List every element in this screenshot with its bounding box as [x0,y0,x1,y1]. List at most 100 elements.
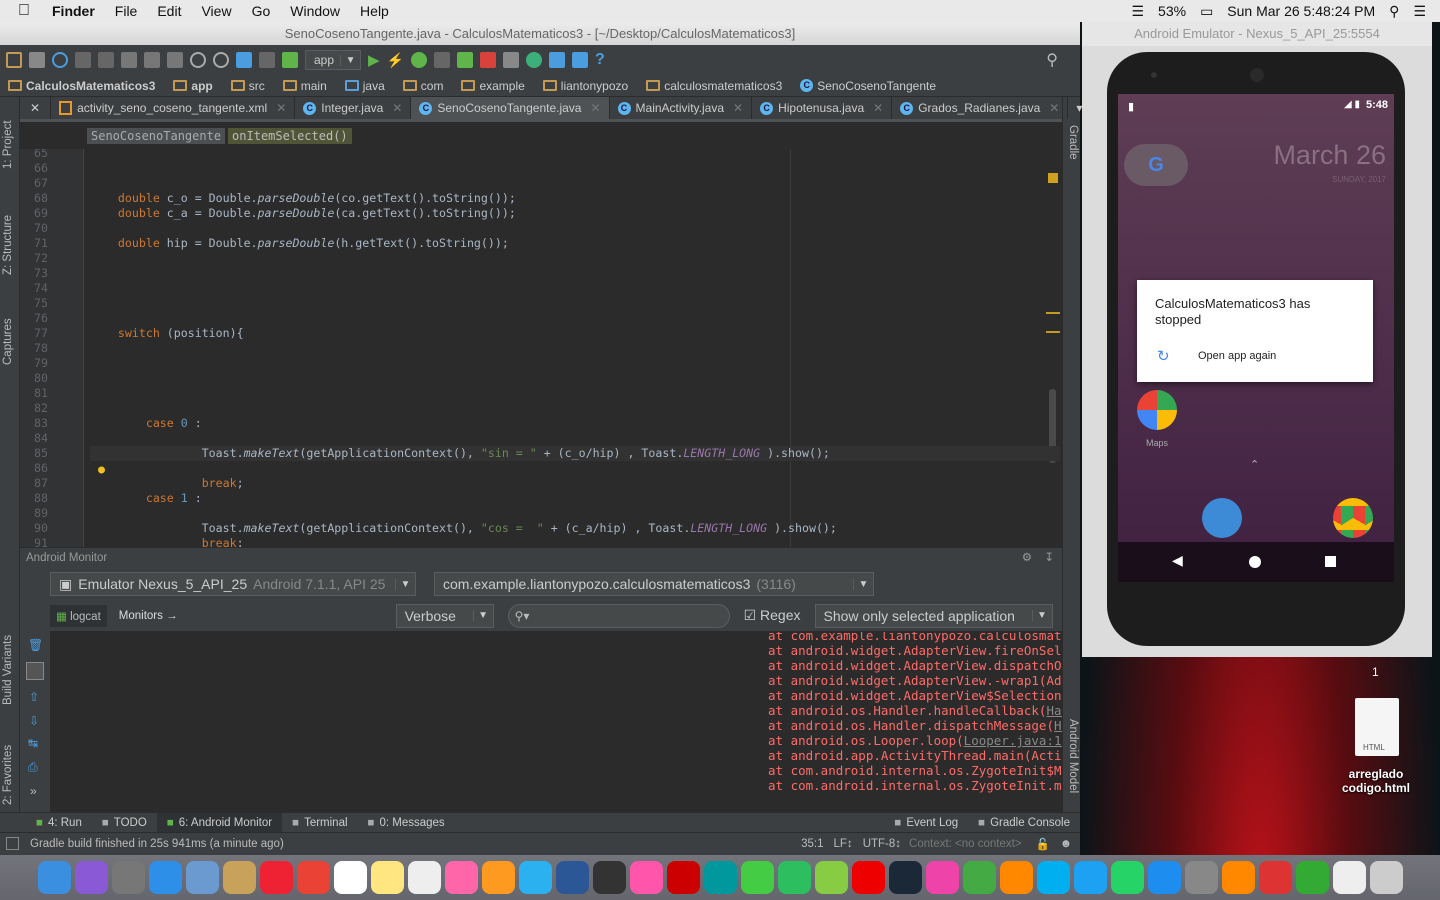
redo-icon[interactable] [98,52,114,68]
tool-windows-toggle-icon[interactable] [6,837,19,850]
wifi-icon[interactable]: ☰ [1131,3,1144,20]
arduino-icon[interactable] [703,861,737,894]
print-icon[interactable]: ⎙ [28,760,38,775]
menu-view[interactable]: View [191,3,241,19]
sublime-icon[interactable] [481,861,515,894]
tool-favorites[interactable]: 2: Favorites [2,745,14,805]
clear-logcat-icon[interactable]: 🗑 [28,638,43,652]
logcat-search-input[interactable]: ⚲▾ [507,603,730,628]
clock[interactable]: Sun Mar 26 5:48:24 PM [1227,3,1375,19]
line-separator[interactable]: LF↕ [834,838,853,850]
device-select[interactable]: ▣ Emulator Nexus_5_API_25 Android 7.1.1,… [50,572,416,596]
avd-manager-icon[interactable] [503,52,520,68]
search-everywhere-icon[interactable]: ⚲ [1046,50,1058,70]
gear-icon[interactable]: ⚙ [1022,548,1032,568]
soft-wrap-icon[interactable]: ↹ [28,736,38,750]
word-icon[interactable] [555,861,589,894]
breadcrumb-calculosmatematicos3[interactable]: calculosmatematicos3 [638,79,792,93]
phone-screen[interactable]: ▮ ◢ ▮ 5:48 G March 26 SUNDAY, 2017 Calcu… [1118,94,1394,582]
down-arrow-icon[interactable]: ⇩ [29,714,39,728]
app-store-icon[interactable] [1147,861,1181,894]
tool-tab-todo[interactable]: ■ TODO [92,813,157,833]
skype-icon[interactable] [1036,861,1070,894]
source-link[interactable]: Looper.java:154 [964,733,1062,748]
file-encoding[interactable]: UTF-8↕ [863,838,901,850]
instant-run-icon[interactable]: ⚡ [387,52,404,69]
menu-go[interactable]: Go [242,3,281,19]
breadcrumb-main[interactable]: main [275,79,337,93]
apple-icon[interactable]:  [0,2,42,20]
preview-icon[interactable] [185,861,219,894]
breadcrumb-com[interactable]: com [395,79,454,93]
document-icon[interactable] [1332,861,1366,894]
lightbulb-icon[interactable]: ● [98,462,105,476]
hide-panel-icon[interactable]: ↧ [1044,548,1054,568]
sync-gradle-icon[interactable] [526,52,543,68]
vlc-icon[interactable] [1221,861,1255,894]
run-config-select[interactable]: app ▼ [305,50,362,70]
tool-build-variants[interactable]: Build Variants [2,635,14,705]
debug-icon[interactable] [411,52,428,68]
tab-grados-radianes-java[interactable]: C Grados_Radianes.java ✕ [892,97,1069,119]
tool-tab-terminal[interactable]: ■ Terminal [282,813,357,833]
context-indicator[interactable]: Context: <no context> [909,838,1022,850]
close-icon[interactable]: ✕ [1049,101,1059,115]
regex-checkbox[interactable]: ☑ Regex [744,607,801,624]
menu-file[interactable]: File [105,3,148,19]
home-icon[interactable] [1249,556,1261,568]
google-search-icon[interactable]: G [1124,144,1188,186]
lock-icon[interactable]: 🔓 [1036,837,1050,851]
tool-android-model[interactable]: Android Model [1067,719,1079,793]
tool-tab-gradle-console[interactable]: ■ Gradle Console [968,813,1080,833]
notes-icon[interactable] [370,861,404,894]
tab-hipotenusa-java[interactable]: C Hipotenusa.java ✕ [752,97,893,119]
tool-tab-4-run[interactable]: ■ 4: Run [26,813,92,833]
safari-icon[interactable] [148,861,182,894]
close-icon[interactable]: ✕ [20,97,52,119]
tab-monitors[interactable]: Monitors → [113,606,184,626]
tab-activity-seno-coseno-tangente-xml[interactable]: activity_seno_coseno_tangente.xml ✕ [51,97,296,119]
calendar-icon[interactable] [333,861,367,894]
trash-icon[interactable] [1369,861,1403,894]
tool-captures[interactable]: Captures [2,318,14,365]
system-preferences-icon[interactable] [1184,861,1218,894]
app-drawer-chevron-icon[interactable]: ⌃ [1250,458,1259,471]
photos-color-icon[interactable] [629,861,663,894]
evernote-icon[interactable] [777,861,811,894]
siri-icon[interactable] [74,861,108,894]
tool-project[interactable]: 1: Project [2,120,14,169]
maps-app-icon[interactable] [1137,390,1177,430]
logcat-output[interactable]: at com.example.liantonypozo.calculosmate… [50,632,1062,812]
open-icon[interactable] [6,52,22,68]
utorrent-icon[interactable] [962,861,996,894]
attach-debugger-icon[interactable] [457,52,474,68]
chrome-icon[interactable] [296,861,330,894]
run-icon[interactable]: ▶ [368,51,380,69]
error-stripe-marker[interactable] [1046,331,1060,333]
close-icon[interactable]: ✕ [873,101,883,115]
twitter-icon[interactable] [1073,861,1107,894]
chrome-app-icon[interactable] [1333,498,1373,538]
html-file-icon[interactable]: HTML [1355,698,1399,756]
breadcrumb-example[interactable]: example [453,79,534,93]
source-link[interactable]: Handl [1046,703,1062,718]
save-icon[interactable] [29,52,45,68]
tool-tab-0-messages[interactable]: ■ 0: Messages [358,813,455,833]
breadcrumb-src[interactable]: src [223,79,275,93]
date-widget[interactable]: March 26 [1273,140,1386,171]
tool-tab-6-android-monitor[interactable]: ■ 6: Android Monitor [156,812,283,833]
profile-icon[interactable] [434,52,451,68]
desktop-file-label[interactable]: arreglado codigo.html [1326,767,1426,795]
tab-integer-java[interactable]: C Integer.java ✕ [295,97,412,119]
paste-icon[interactable] [167,52,183,68]
process-select[interactable]: com.example.liantonypozo.calculosmatemat… [434,572,874,596]
project-structure-icon[interactable] [549,52,566,68]
breadcrumb-liantonypozo[interactable]: liantonypozo [535,79,638,93]
menu-edit[interactable]: Edit [147,3,191,19]
tab-senocosenotangente-java[interactable]: C SenoCosenoTangente.java ✕ [411,97,610,119]
messages-icon[interactable] [518,861,552,894]
build-hammer-icon[interactable] [282,52,298,68]
find-icon[interactable] [190,52,206,68]
spotlight-icon[interactable]: ⚲ [1389,3,1399,20]
tab-logcat[interactable]: ▦ logcat [50,604,107,627]
